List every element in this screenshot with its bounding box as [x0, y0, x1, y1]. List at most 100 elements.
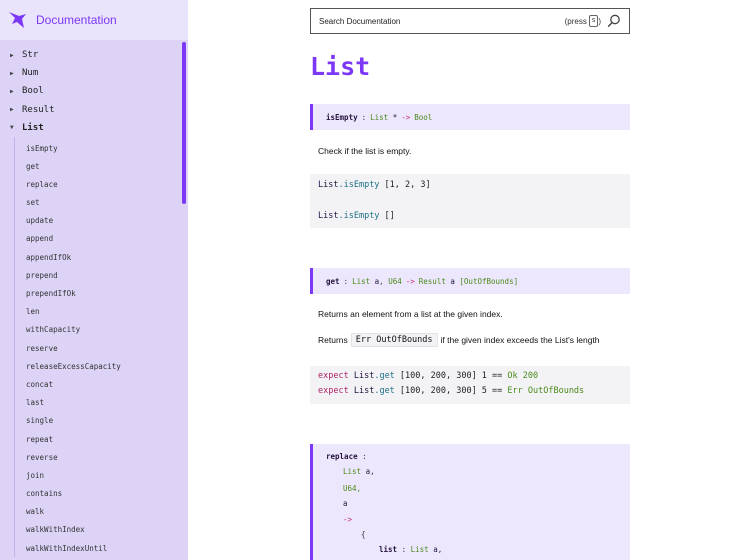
description-get-2: Returns Err OutOfBounds if the given ind…: [318, 333, 600, 347]
code-module: List: [353, 386, 375, 396]
sidebar-entry-reserve[interactable]: reserve: [15, 339, 188, 357]
signature-isempty: isEmpty : List * -> Bool: [310, 104, 630, 130]
module-nav: ▶ Str ▶ Num ▶ Bool ▶ Result ▼ List isEmpty ge…: [0, 46, 188, 558]
sidebar-entry-walk[interactable]: walk: [15, 503, 188, 521]
code-module: List: [318, 211, 339, 221]
type-colon: :: [361, 112, 367, 122]
code-function: .isEmpty: [338, 180, 380, 190]
module-label: Bool: [22, 86, 44, 97]
record-open-brace: {: [361, 530, 366, 539]
sidebar-entry-withcapacity[interactable]: withCapacity: [15, 321, 188, 339]
type-list[interactable]: List: [343, 467, 361, 476]
type-var: a: [450, 276, 455, 286]
description-get-1: Returns an element from a list at the gi…: [318, 309, 503, 319]
type-comma: ,: [379, 276, 384, 286]
code-args: [100, 200, 300] 5 ==: [394, 386, 508, 396]
module-label: List: [22, 122, 44, 133]
module-label: Str: [22, 50, 39, 61]
sidebar-entry-reverse[interactable]: reverse: [15, 448, 188, 466]
type-result[interactable]: Result: [419, 277, 446, 286]
list-entries: isEmpty get replace set update append ap…: [14, 136, 188, 558]
brand-header[interactable]: Documentation: [0, 0, 188, 40]
signature-line: a: [343, 499, 348, 508]
function-name[interactable]: replace: [326, 452, 358, 461]
code-line: List.isEmpty [1, 2, 3]: [318, 180, 431, 190]
type-u64[interactable]: U64: [388, 277, 402, 286]
code-args: []: [379, 211, 395, 221]
record-field: list: [379, 545, 398, 554]
page-title: List: [310, 52, 371, 81]
press-close: ): [598, 16, 601, 26]
function-name[interactable]: isEmpty: [326, 113, 358, 122]
signature-line: ->: [343, 515, 352, 524]
caret-right-icon: ▶: [10, 51, 14, 59]
sidebar-entry-single[interactable]: single: [15, 412, 188, 430]
code-line: expect List.get [100, 200, 300] 5 == Err…: [318, 386, 584, 396]
search-shortcut-hint: (press s ): [565, 15, 601, 27]
sidebar-entry-update[interactable]: update: [15, 212, 188, 230]
signature-line: replace :: [326, 452, 367, 461]
code-function: .get: [374, 386, 395, 396]
sidebar-entry-isempty[interactable]: isEmpty: [15, 139, 188, 157]
module-item-str[interactable]: ▶ Str: [0, 46, 188, 64]
sidebar-entry-concat[interactable]: concat: [15, 375, 188, 393]
signature-line: {: [361, 530, 366, 539]
code-module: List: [318, 180, 339, 190]
sidebar-entry-append[interactable]: append: [15, 230, 188, 248]
search-icon[interactable]: [607, 14, 621, 28]
caret-down-icon: ▼: [10, 124, 14, 132]
type-colon: :: [401, 545, 407, 554]
type-list[interactable]: List: [370, 113, 388, 122]
module-item-num[interactable]: ▶ Num: [0, 64, 188, 82]
signature-line: list : List a,: [379, 545, 442, 554]
sidebar-entry-replace[interactable]: replace: [15, 175, 188, 193]
type-var: a,: [433, 545, 443, 554]
brand-title: Documentation: [36, 13, 117, 27]
sidebar-entry-releaseexcesscapacity[interactable]: releaseExcessCapacity: [15, 357, 188, 375]
sidebar-entry-walkwithindexuntil[interactable]: walkWithIndexUntil: [15, 539, 188, 557]
inline-code: Err OutOfBounds: [350, 333, 438, 347]
code-example-isempty: List.isEmpty [1, 2, 3] List.isEmpty []: [310, 174, 630, 228]
sidebar-entry-get[interactable]: get: [15, 157, 188, 175]
module-item-bool[interactable]: ▶ Bool: [0, 82, 188, 100]
sidebar-entry-prepend[interactable]: prepend: [15, 266, 188, 284]
code-example-get: expect List.get [100, 200, 300] 1 == Ok …: [310, 366, 630, 404]
sidebar-entry-last[interactable]: last: [15, 394, 188, 412]
sidebar-entry-appendifok[interactable]: appendIfOk: [15, 248, 188, 266]
sidebar: Documentation ▶ Str ▶ Num ▶ Bool ▶ Result ▼ L…: [0, 0, 188, 560]
type-list[interactable]: List: [352, 277, 370, 286]
caret-right-icon: ▶: [10, 87, 14, 95]
main-content: (press s ) List isEmpty : List * -> Bool…: [188, 0, 752, 560]
sidebar-entry-len[interactable]: len: [15, 303, 188, 321]
type-list[interactable]: List: [411, 545, 429, 554]
sidebar-entry-contains[interactable]: contains: [15, 485, 188, 503]
caret-right-icon: ▶: [10, 69, 14, 77]
code-function: .isEmpty: [338, 211, 380, 221]
sidebar-entry-walkwithindex[interactable]: walkWithIndex: [15, 521, 188, 539]
code-keyword: expect: [318, 386, 349, 396]
sidebar-entry-repeat[interactable]: repeat: [15, 430, 188, 448]
type-error-tag: [OutOfBounds]: [459, 276, 519, 286]
sidebar-entry-set[interactable]: set: [15, 194, 188, 212]
type-u64[interactable]: U64,: [343, 484, 361, 493]
desc-text: Returns: [318, 335, 348, 345]
search-input[interactable]: [319, 16, 565, 26]
module-item-result[interactable]: ▶ Result: [0, 101, 188, 119]
desc-text: if the given index exceeds the List's le…: [440, 335, 600, 345]
function-name[interactable]: get: [326, 277, 340, 286]
sidebar-entry-prependifok[interactable]: prependIfOk: [15, 284, 188, 302]
type-arrow: ->: [405, 276, 415, 286]
search-box[interactable]: (press s ): [310, 8, 630, 34]
code-line: expect List.get [100, 200, 300] 1 == Ok …: [318, 371, 538, 381]
type-colon: :: [343, 276, 349, 286]
description-isempty: Check if the list is empty.: [318, 146, 412, 156]
type-bool[interactable]: Bool: [414, 113, 432, 122]
signature-line: U64,: [343, 484, 361, 493]
module-item-list[interactable]: ▼ List: [0, 119, 188, 137]
type-colon: :: [362, 452, 367, 461]
type-var: a,: [365, 467, 375, 476]
sidebar-entry-join[interactable]: join: [15, 466, 188, 484]
type-var: *: [392, 112, 398, 122]
code-module: List: [353, 371, 375, 381]
module-label: Result: [22, 104, 55, 115]
